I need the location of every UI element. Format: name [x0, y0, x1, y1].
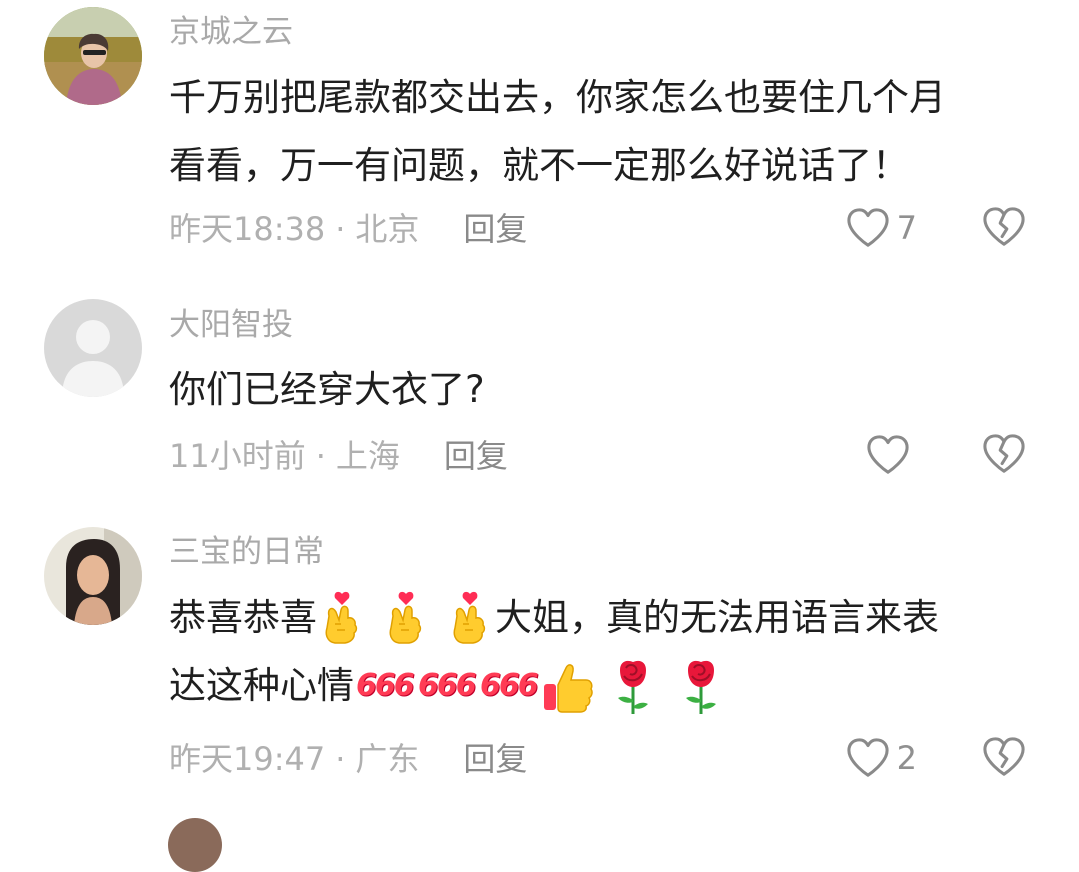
reply-button[interactable]: 回复 [444, 437, 508, 475]
timestamp: 11小时前 [169, 437, 306, 475]
rose-emoji [678, 656, 724, 716]
username[interactable]: 三宝的日常 [169, 532, 324, 572]
comment-text-line: 看看，万一有问题，就不一定那么好说话了！ [169, 144, 909, 187]
finger-heart-emoji [383, 590, 429, 646]
like-count: 7 [896, 209, 917, 247]
comment-text: 千万别把尾款都交出去，你家怎么也要住几个月 看看，万一有问题，就不一定那么好说话… [169, 64, 1039, 200]
finger-heart-emoji [319, 590, 365, 646]
like-button[interactable] [865, 433, 917, 477]
username[interactable]: 大阳智投 [169, 305, 293, 345]
like-button[interactable]: 7 [845, 206, 917, 250]
comment-text: 你们已经穿大衣了? [169, 356, 1039, 424]
location: 北京 [355, 210, 420, 248]
dislike-button[interactable] [981, 206, 1027, 252]
comment-text-segment: 达这种心情 [169, 664, 354, 707]
emoji-666: 666 [356, 668, 415, 703]
avatar[interactable] [44, 7, 142, 105]
comment-meta: 11小时前 · 上海 回复 [169, 436, 508, 476]
heart-outline-icon [865, 434, 911, 476]
separator-dot: · [335, 740, 346, 778]
finger-heart-emoji [447, 590, 493, 646]
avatar[interactable] [44, 299, 142, 397]
location: 上海 [335, 437, 400, 475]
comment-text-line: 你们已经穿大衣了? [169, 368, 485, 411]
comment-meta: 昨天19:47 · 广东 回复 [169, 739, 527, 779]
heart-outline-icon [845, 737, 891, 779]
like-button[interactable]: 2 [845, 736, 917, 780]
location: 广东 [355, 740, 420, 778]
like-count: 2 [896, 739, 917, 777]
emoji-666: 666 [418, 668, 477, 703]
comment-text: 恭喜恭喜 大姐，真的无法用语言来表 达这种心情 666 666 666 [169, 584, 1039, 720]
broken-heart-icon [981, 736, 1027, 778]
dislike-button[interactable] [981, 433, 1027, 479]
heart-outline-icon [845, 207, 891, 249]
reply-button[interactable]: 回复 [463, 740, 527, 778]
rose-emoji [610, 656, 656, 716]
comment-text-line: 恭喜恭喜 大姐，真的无法用语言来表 [169, 584, 1039, 652]
comment-text-line: 千万别把尾款都交出去，你家怎么也要住几个月 [169, 76, 946, 119]
comment-meta: 昨天18:38 · 北京 回复 [169, 209, 527, 249]
timestamp: 昨天18:38 [169, 210, 326, 248]
username[interactable]: 京城之云 [169, 12, 293, 52]
avatar[interactable] [44, 527, 142, 625]
comment-text-segment: 大姐，真的无法用语言来表 [495, 596, 939, 639]
emoji-666: 666 [480, 668, 539, 703]
broken-heart-icon [981, 206, 1027, 248]
timestamp: 昨天19:47 [169, 740, 326, 778]
separator-dot: · [335, 210, 346, 248]
broken-heart-icon [981, 433, 1027, 475]
comment-text-segment: 恭喜恭喜 [169, 596, 317, 639]
avatar[interactable] [168, 818, 222, 872]
reply-button[interactable]: 回复 [463, 210, 527, 248]
separator-dot: · [315, 437, 326, 475]
comment-text-line: 达这种心情 666 666 666 [169, 652, 1039, 720]
thumbs-up-emoji [540, 658, 596, 714]
dislike-button[interactable] [981, 736, 1027, 782]
